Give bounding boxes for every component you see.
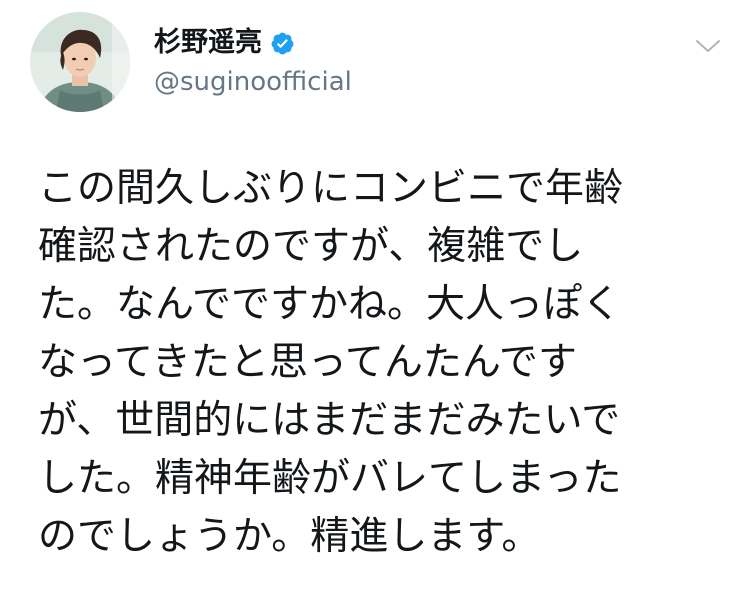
- tweet-text-line: が、世間的にはまだまだみたいで: [38, 398, 621, 443]
- tweet-text: この間久しぶりにコンビニで年齢 確認されたのですが、複雑でし た。なんでですかね…: [38, 160, 738, 566]
- tweet-text-line: た。なんでですかね。大人っぽく: [38, 282, 622, 327]
- verified-badge-icon: [270, 31, 295, 56]
- tweet-text-line: なってきたと思ってんたんです: [38, 340, 577, 385]
- tweet-text-line: のでしょうか。精進します。: [38, 514, 541, 559]
- avatar[interactable]: [30, 12, 130, 112]
- tweet-card: 杉野遥亮 @suginoofficial この間久しぶりにコンビニで年齢 確認さ…: [0, 0, 750, 607]
- display-name[interactable]: 杉野遥亮: [154, 23, 262, 63]
- profile-photo: [30, 12, 130, 112]
- chevron-down-icon: [696, 40, 720, 52]
- author-name-row: 杉野遥亮: [154, 23, 295, 63]
- tweet-text-line: 確認されたのですが、複雑でし: [38, 224, 584, 269]
- tweet-text-line: した。精神年齢がバレてしまった: [38, 456, 622, 501]
- username[interactable]: @suginoofficial: [154, 64, 352, 100]
- tweet-text-line: この間久しぶりにコンビニで年齢: [38, 166, 624, 211]
- tweet-menu-button[interactable]: [688, 30, 728, 62]
